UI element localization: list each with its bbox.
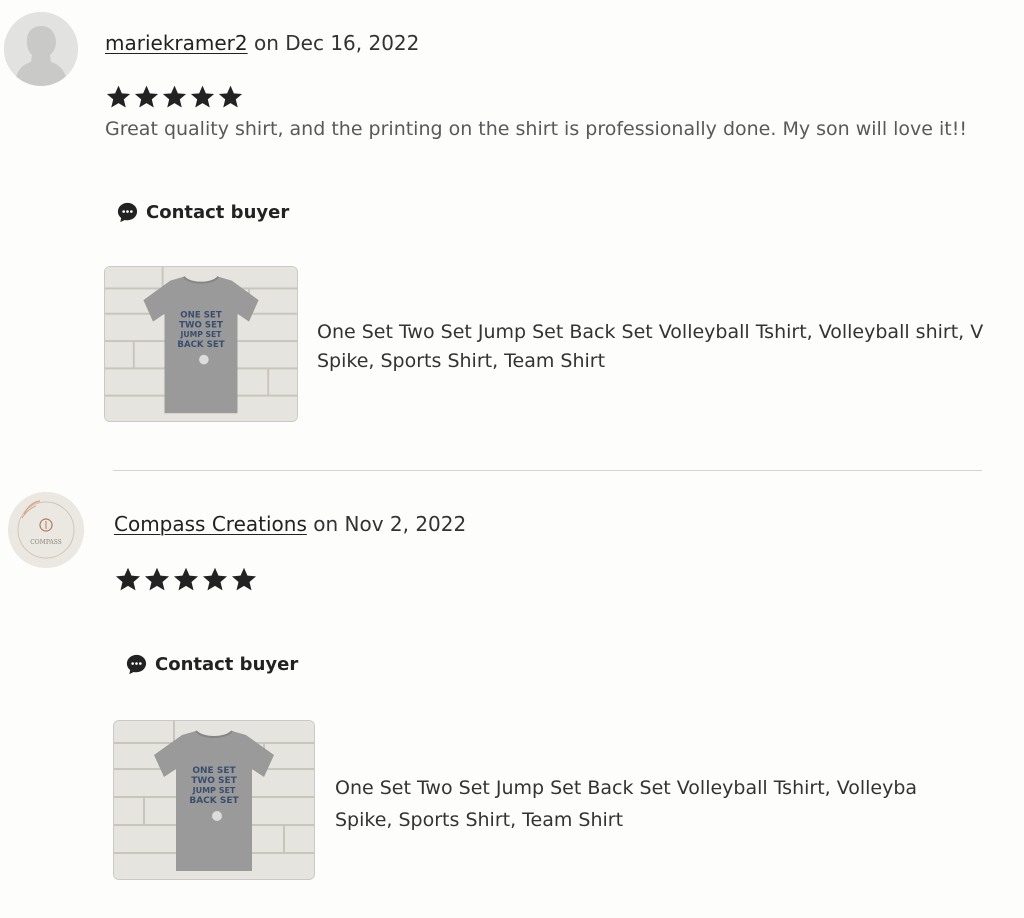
tshirt-product-image: ONE SET TWO SET JUMP SET BACK SET xyxy=(114,721,314,879)
review-date: on Dec 16, 2022 xyxy=(253,31,420,55)
svg-text:TWO SET: TWO SET xyxy=(191,776,237,786)
product-thumbnail[interactable]: ONE SET TWO SET JUMP SET BACK SET xyxy=(113,720,315,880)
review-divider xyxy=(113,470,982,471)
review-item: mariekramer2 on Dec 16, 2022 Great quali… xyxy=(0,0,1024,440)
svg-text:JUMP SET: JUMP SET xyxy=(180,330,223,339)
contact-buyer-button[interactable]: Contact buyer xyxy=(116,201,289,224)
svg-text:JUMP SET: JUMP SET xyxy=(192,786,236,795)
star-icon xyxy=(133,84,160,110)
product-title-link[interactable]: One Set Two Set Jump Set Back Set Volley… xyxy=(317,318,1024,378)
chat-bubble-icon xyxy=(117,202,138,223)
product-thumbnail[interactable]: ONE SET TWO SET JUMP SET BACK SET xyxy=(104,266,298,422)
svg-text:BACK SET: BACK SET xyxy=(189,796,239,806)
star-icon xyxy=(217,84,244,110)
reviewer-avatar[interactable] xyxy=(4,12,78,86)
review-meta: Compass Creations on Nov 2, 2022 xyxy=(114,512,466,536)
contact-buyer-button[interactable]: Contact buyer xyxy=(125,653,298,676)
product-title-line: Spike, Sports Shirt, Team Shirt xyxy=(335,809,624,831)
svg-text:COMPASS: COMPASS xyxy=(30,539,62,546)
review-item: COMPASS Compass Creations on Nov 2, 2022… xyxy=(0,480,1024,918)
star-icon xyxy=(161,84,188,110)
star-icon xyxy=(105,84,132,110)
star-icon xyxy=(201,566,229,593)
product-title-line: One Set Two Set Jump Set Back Set Volley… xyxy=(335,777,918,799)
reviewer-name-link[interactable]: Compass Creations xyxy=(114,512,307,536)
compass-logo-icon: COMPASS xyxy=(8,492,84,568)
product-title-line: One Set Two Set Jump Set Back Set Volley… xyxy=(317,321,984,343)
star-rating xyxy=(105,84,244,110)
star-icon xyxy=(189,84,216,110)
chat-bubble-icon xyxy=(126,654,147,675)
star-icon xyxy=(172,566,200,593)
star-icon xyxy=(114,566,142,593)
svg-text:ONE SET: ONE SET xyxy=(180,311,221,321)
tshirt-product-image: ONE SET TWO SET JUMP SET BACK SET xyxy=(105,267,297,421)
product-title-line: Spike, Sports Shirt, Team Shirt xyxy=(317,350,606,372)
star-icon xyxy=(230,566,258,593)
review-text: Great quality shirt, and the printing on… xyxy=(105,118,967,140)
person-silhouette-icon xyxy=(4,12,78,86)
reviewer-name-link[interactable]: mariekramer2 xyxy=(105,31,248,55)
reviewer-avatar[interactable]: COMPASS xyxy=(8,492,84,568)
star-icon xyxy=(143,566,171,593)
product-title-link[interactable]: One Set Two Set Jump Set Back Set Volley… xyxy=(335,772,985,836)
contact-buyer-label: Contact buyer xyxy=(146,202,290,223)
star-rating xyxy=(114,566,258,593)
review-meta: mariekramer2 on Dec 16, 2022 xyxy=(105,31,419,55)
svg-text:ONE SET: ONE SET xyxy=(192,766,236,776)
svg-text:TWO SET: TWO SET xyxy=(179,320,223,330)
review-date: on Nov 2, 2022 xyxy=(313,512,467,536)
contact-buyer-label: Contact buyer xyxy=(155,654,299,675)
svg-text:BACK SET: BACK SET xyxy=(177,340,224,350)
